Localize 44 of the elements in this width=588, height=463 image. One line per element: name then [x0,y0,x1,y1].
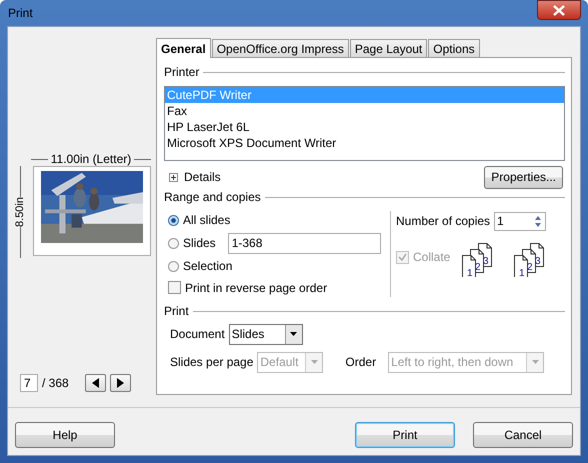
previous-page-button[interactable] [84,374,106,392]
dialog-button[interactable]: Print [355,422,455,448]
next-page-button[interactable] [110,374,131,392]
checkbox[interactable] [168,281,181,294]
slides-per-page-label: Slides per page [170,355,254,369]
page-width-label: 11.00in (Letter) [50,152,132,166]
close-button[interactable] [537,0,581,20]
radio-label[interactable]: All slides [183,213,230,228]
section-heading: Printer [164,65,200,79]
radio-label[interactable]: Slides [183,236,216,250]
printer-item[interactable]: Microsoft XPS Document Writer [165,135,564,151]
radio-label[interactable]: Selection [183,259,232,273]
close-icon [553,4,565,16]
dropdown-arrow-icon[interactable] [290,332,298,336]
dialog-button[interactable]: Cancel [473,422,573,448]
page-height-label: 8.50in [14,197,26,227]
details-label[interactable]: Details [184,170,221,184]
radio-button[interactable] [168,238,179,249]
window-title: Print [8,6,33,20]
page-number-field[interactable]: 7 [20,374,38,392]
document-label: Document [170,327,225,341]
left-triangle-icon [92,378,99,388]
tab[interactable]: Options [428,39,480,57]
tab[interactable]: Page Layout [350,39,428,57]
tab[interactable]: General [156,38,211,58]
expand-icon[interactable] [169,172,178,182]
properties-button[interactable]: Properties... [484,166,563,188]
slides-field[interactable]: 1-368 [228,232,381,254]
document-dropdown[interactable]: Slides [228,324,303,344]
page-total-label: / 368 [42,376,69,390]
tab[interactable]: OpenOffice.org Impress [212,39,349,57]
order-label: Order [345,355,376,369]
printer-item[interactable]: HP LaserJet 6L [165,119,564,135]
checkbox-label[interactable]: Print in reverse page order [185,280,328,295]
copies-label: Number of copies [396,214,490,228]
printer-item[interactable]: Fax [165,103,564,119]
radio-button[interactable] [168,214,179,226]
section-heading: Range and copies [164,190,261,204]
right-triangle-icon [116,378,124,388]
radio-button[interactable] [168,260,179,272]
copies-spinbox[interactable]: 1 [494,212,546,230]
printer-list[interactable]: CutePDF Writer Fax HP LaserJet 6L Microsoft XPS Document Writer [164,86,565,161]
section-heading: Print [164,304,189,318]
dialog-button[interactable]: Help [15,422,115,448]
